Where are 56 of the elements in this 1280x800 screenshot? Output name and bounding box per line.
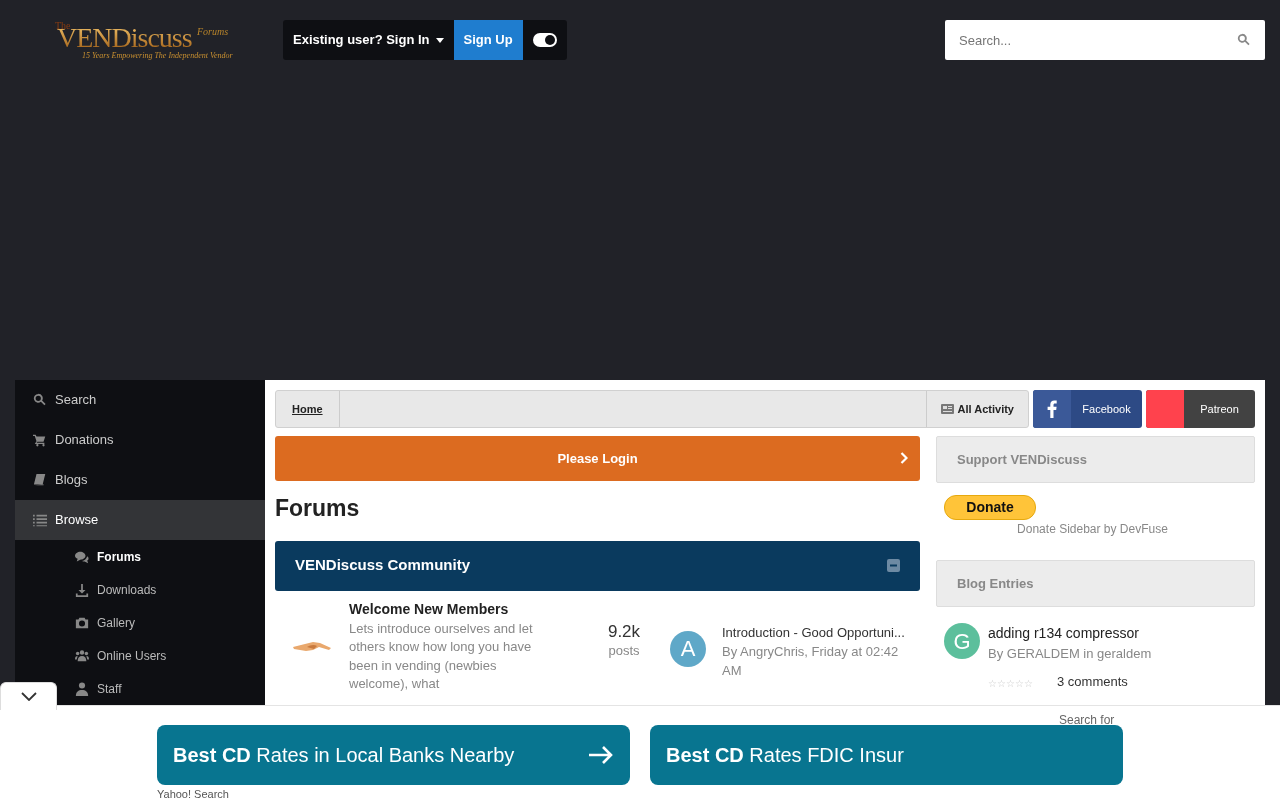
forum-title[interactable]: Welcome New Members <box>349 598 594 620</box>
sidebar-item[interactable]: Blogs <box>15 460 265 500</box>
facebook-icon <box>1047 400 1057 418</box>
sidebar-subitem[interactable]: Downloads <box>75 573 265 606</box>
social-button[interactable]: Patreon <box>1146 390 1255 428</box>
book-icon <box>33 473 47 487</box>
last-post-meta: By AngryChris, Friday at 02:42 AM <box>722 643 900 681</box>
list-icon <box>33 513 47 527</box>
users-icon <box>75 648 89 663</box>
handshake-icon <box>293 639 331 654</box>
donate-button[interactable]: Donate <box>944 495 1036 520</box>
category-title: VENDiscuss Community <box>295 555 471 576</box>
blog-entry-link[interactable]: adding r134 compressor <box>988 623 1152 644</box>
search-icon <box>33 393 47 407</box>
credit-link[interactable]: DevFuse <box>1119 522 1168 536</box>
last-post-link[interactable]: Introduction - Good Opportuni... <box>722 622 920 643</box>
collapse-tab[interactable] <box>0 682 57 710</box>
all-activity-link[interactable]: All Activity <box>925 391 1028 427</box>
blog-entry-meta: By GERALDEM in geraldem <box>988 645 1152 663</box>
ad-source: Yahoo! Search <box>157 787 229 800</box>
comment-count: 3 comments <box>1057 673 1128 692</box>
download-icon <box>75 582 89 597</box>
arrow-right-icon <box>588 745 614 765</box>
sidebar-subitem[interactable]: Staff <box>75 672 265 705</box>
ad-button[interactable]: Best CD Rates in Local Banks Nearby <box>157 725 630 785</box>
sign-in-dropdown[interactable]: Existing user? Sign In <box>283 20 454 60</box>
chat-bubbles-icon <box>75 549 89 564</box>
search-field[interactable]: Search... <box>945 20 1265 60</box>
social-button[interactable]: Facebook <box>1033 390 1142 428</box>
search-icon <box>1237 33 1251 47</box>
post-count-label: posts <box>607 642 641 661</box>
sidebar-item[interactable]: Donations <box>15 420 265 460</box>
sidebar-subitem[interactable]: Forums <box>75 540 265 573</box>
star-rating: ☆☆☆☆☆ <box>988 676 1033 691</box>
sidebar-item[interactable]: Search <box>15 380 265 420</box>
logo-tagline: 15 Years Empowering The Independent Vendor <box>82 50 233 62</box>
ad-button[interactable]: Best CD Rates FDIC Insur <box>650 725 1123 785</box>
chevron-down-icon <box>20 692 37 701</box>
forum-description: Lets introduce ourselves and let others know how long you have been in vending (newbies welcome), what <box>349 619 534 694</box>
camera-icon <box>75 615 89 630</box>
widget-header: Support VENDiscuss <box>936 436 1255 483</box>
logo-text: Forums <box>197 25 229 39</box>
cart-icon <box>33 433 47 447</box>
credit-text: Donate Sidebar by DevFuse <box>1016 521 1169 538</box>
sidebar-item[interactable]: Browse <box>15 500 265 540</box>
sidebar-subitem[interactable]: Gallery <box>75 606 265 639</box>
user-icon <box>75 681 89 696</box>
post-count: 9.2k <box>606 622 642 642</box>
page-title: Forums <box>275 495 361 523</box>
sidebar-subitem[interactable]: Online Users <box>75 639 265 672</box>
newspaper-icon <box>940 404 954 414</box>
theme-toggle[interactable] <box>532 33 557 47</box>
breadcrumb-link[interactable]: Home <box>276 391 340 427</box>
sign-up-button[interactable]: Sign Up <box>453 20 523 60</box>
collapse-icon[interactable] <box>887 559 900 573</box>
widget-header: Blog Entries <box>936 560 1255 607</box>
